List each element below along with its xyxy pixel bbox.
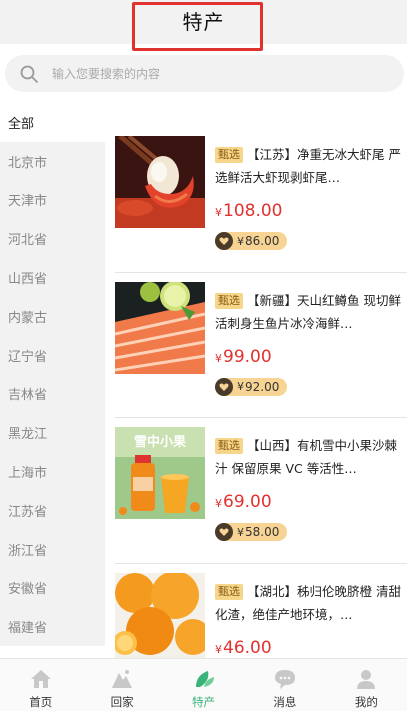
product-price: ¥69.00 <box>215 492 405 512</box>
price-value: 69.00 <box>223 492 272 512</box>
app: 特产 全部 北京市 天津市 河北省 山西省 内蒙古 辽宁省 吉林省 黑龙江 上海… <box>0 0 407 711</box>
member-price-badge: ¥86.00 <box>215 232 288 250</box>
mountain-icon <box>112 670 133 688</box>
product-card[interactable]: 甄选 【新疆】天山红鳟鱼 现切鲜活刺身生鱼片冰冷海鲜… ¥99.00 ¥92.00 <box>115 273 407 418</box>
product-name[interactable]: 甄选 【新疆】天山红鳟鱼 现切鲜活刺身生鱼片冰冷海鲜… <box>215 289 405 335</box>
leaf-icon <box>195 671 214 687</box>
sidebar-item-jilin[interactable]: 吉林省 <box>0 374 105 414</box>
sidebar-item-anhui[interactable]: 安徽省 <box>0 568 105 608</box>
sidebar-item-beijing[interactable]: 北京市 <box>0 141 105 181</box>
member-price-value: 58.00 <box>245 525 280 539</box>
tab-hometown[interactable]: 回家 <box>81 659 162 711</box>
search-input[interactable] <box>52 66 372 81</box>
member-price-value: 92.00 <box>245 379 280 394</box>
price-value: 46.00 <box>223 637 272 658</box>
product-image-trout[interactable] <box>115 281 205 374</box>
member-heart-icon <box>215 377 233 396</box>
sidebar-item-shanghai[interactable]: 上海市 <box>0 452 105 491</box>
selection-tag: 甄选 <box>215 583 243 600</box>
product-info: 甄选 【新疆】天山红鳟鱼 现切鲜活刺身生鱼片冰冷海鲜… ¥99.00 ¥92.00 <box>215 289 405 396</box>
region-sidebar: 全部 北京市 天津市 河北省 山西省 内蒙古 辽宁省 吉林省 黑龙江 上海市 江… <box>0 103 105 658</box>
header: 特产 <box>0 0 407 51</box>
product-image-shrimp[interactable] <box>115 136 205 228</box>
sidebar-item-heilongjiang[interactable]: 黑龙江 <box>0 413 105 453</box>
bottom-tab-bar: 首页 回家 特产 消息 我的 <box>0 658 407 711</box>
sidebar-item-all[interactable]: 全部 <box>0 103 105 142</box>
home-icon <box>30 670 51 688</box>
product-image-orange[interactable] <box>115 572 205 658</box>
product-info: 甄选 【湖北】秭归伦晚脐橙 清甜化渣，绝佳产地环境，… ¥46.00 <box>215 580 405 658</box>
product-card[interactable]: 甄选 【江苏】净重无冰大虾尾 严选鲜活大虾现剥虾尾… ¥108.00 ¥86.00 <box>115 127 407 273</box>
tab-messages[interactable]: 消息 <box>244 659 325 711</box>
search-icon <box>20 65 38 83</box>
juice-image-text: 雪中小果 <box>134 434 186 450</box>
tab-specialty[interactable]: 特产 <box>163 659 244 711</box>
sidebar-item-shanxi[interactable]: 山西省 <box>0 258 105 297</box>
product-price: ¥46.00 <box>215 638 405 658</box>
product-price: ¥108.00 <box>215 201 405 221</box>
product-info: 甄选 【江苏】净重无冰大虾尾 严选鲜活大虾现剥虾尾… ¥108.00 ¥86.00 <box>215 143 405 250</box>
title-highlight-box <box>132 2 263 51</box>
selection-tag: 甄选 <box>215 438 243 454</box>
tab-label: 回家 <box>110 695 134 709</box>
product-list: 甄选 【江苏】净重无冰大虾尾 严选鲜活大虾现剥虾尾… ¥108.00 ¥86.00 <box>115 127 407 658</box>
member-heart-icon <box>215 523 233 541</box>
sidebar-item-hebei[interactable]: 河北省 <box>0 219 105 259</box>
tab-label: 消息 <box>273 695 297 709</box>
price-value: 99.00 <box>223 346 272 367</box>
product-name[interactable]: 甄选 【江苏】净重无冰大虾尾 严选鲜活大虾现剥虾尾… <box>215 143 405 189</box>
sidebar-item-jiangsu[interactable]: 江苏省 <box>0 490 105 530</box>
tab-home[interactable]: 首页 <box>0 659 81 711</box>
member-heart-icon <box>215 232 233 250</box>
price-symbol: ¥ <box>215 642 222 656</box>
product-price: ¥99.00 <box>215 347 405 367</box>
message-icon <box>274 670 295 689</box>
sidebar-item-fujian[interactable]: 福建省 <box>0 607 105 647</box>
price-symbol: ¥ <box>215 351 222 365</box>
member-price-symbol: ¥ <box>237 234 244 248</box>
member-price-value: 86.00 <box>245 234 280 248</box>
tab-label: 我的 <box>354 695 378 709</box>
product-info: 甄选 【山西】有机雪中小果沙棘汁 保留原果 VC 等活性… ¥69.00 ¥58.… <box>215 434 405 541</box>
sidebar-item-liaoning[interactable]: 辽宁省 <box>0 335 105 375</box>
product-name[interactable]: 甄选 【山西】有机雪中小果沙棘汁 保留原果 VC 等活性… <box>215 434 405 480</box>
sidebar-item-zhejiang[interactable]: 浙江省 <box>0 529 105 569</box>
sidebar-item-neimenggu[interactable]: 内蒙古 <box>0 296 105 336</box>
member-price-badge: ¥58.00 <box>215 523 288 541</box>
product-card[interactable]: 雪中小果 甄选 【山西】有机雪中小果沙棘汁 保留原果 VC 等活性… ¥69.00 <box>115 418 407 564</box>
tab-profile[interactable]: 我的 <box>326 659 407 711</box>
selection-tag: 甄选 <box>215 147 243 163</box>
price-symbol: ¥ <box>215 497 222 510</box>
member-price-symbol: ¥ <box>237 380 244 393</box>
member-price-symbol: ¥ <box>237 525 244 539</box>
price-value: 108.00 <box>223 201 283 221</box>
user-icon <box>357 670 376 689</box>
product-image-juice[interactable]: 雪中小果 <box>115 427 205 519</box>
tab-label: 特产 <box>192 695 216 709</box>
price-symbol: ¥ <box>215 206 222 219</box>
product-name[interactable]: 甄选 【湖北】秭归伦晚脐橙 清甜化渣，绝佳产地环境，… <box>215 580 405 626</box>
member-price-badge: ¥92.00 <box>215 377 288 396</box>
search-bar[interactable] <box>5 55 404 92</box>
tab-label: 首页 <box>29 695 53 709</box>
product-card[interactable]: 甄选 【湖北】秭归伦晚脐橙 清甜化渣，绝佳产地环境，… ¥46.00 <box>115 564 407 658</box>
sidebar-item-tianjin[interactable]: 天津市 <box>0 180 105 220</box>
selection-tag: 甄选 <box>215 292 243 309</box>
